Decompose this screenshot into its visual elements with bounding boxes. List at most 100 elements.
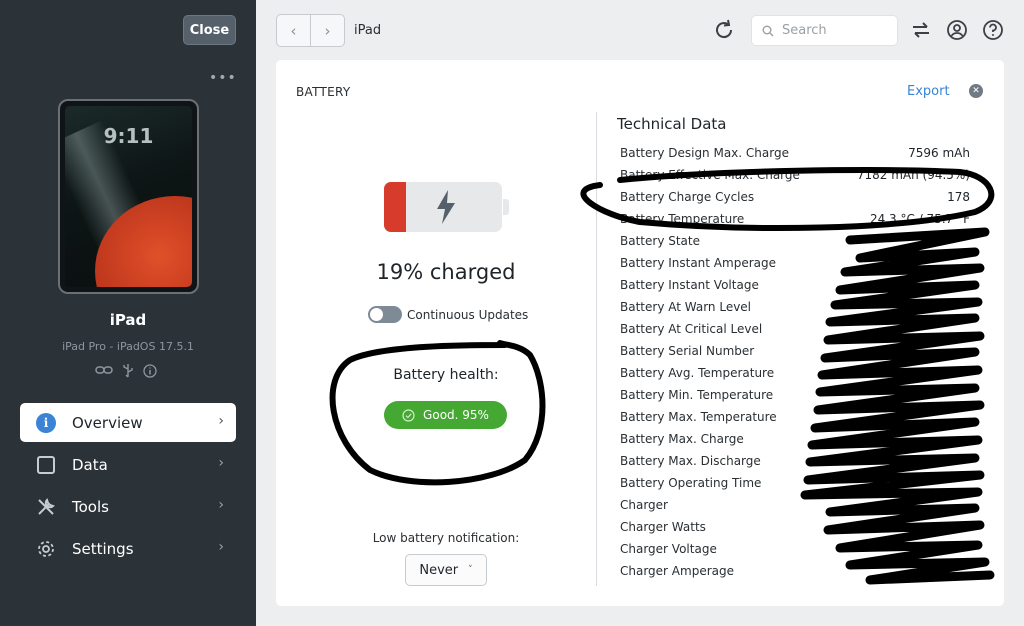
tech-row: Charger Watts <box>620 517 972 539</box>
usb-icon <box>123 364 133 378</box>
tech-row: Battery Instant Amperage <box>620 253 972 275</box>
tech-row-value: 24.3 °C / 75.7 °F <box>869 212 970 226</box>
refresh-icon[interactable] <box>712 18 736 42</box>
tech-row: Battery Max. Charge <box>620 429 972 451</box>
tech-row-value: 7596 mAh <box>908 146 970 160</box>
account-icon[interactable] <box>946 19 968 41</box>
search-input[interactable]: Search <box>751 15 898 46</box>
tech-row: Battery Serial Number <box>620 341 972 363</box>
tech-row: Battery Max. Discharge <box>620 451 972 473</box>
low-battery-label: Low battery notification: <box>372 531 520 545</box>
lightning-icon <box>437 190 455 224</box>
tech-row: Battery Operating Time <box>620 473 972 495</box>
export-link[interactable]: Export <box>907 84 950 99</box>
chevron-right-icon: › <box>218 455 224 471</box>
tech-row: Battery Design Max. Charge 7596 mAh <box>620 143 972 165</box>
sidebar-item-tools[interactable]: Tools › <box>20 487 236 526</box>
gear-icon <box>38 540 54 557</box>
divider <box>596 112 597 586</box>
tech-row-key: Battery Max. Temperature <box>620 410 777 424</box>
tech-row-key: Charger Voltage <box>620 542 717 556</box>
device-status-icons <box>95 364 157 378</box>
tech-row: Battery State <box>620 231 972 253</box>
chevron-right-icon: › <box>218 413 224 429</box>
tech-row-key: Charger <box>620 498 668 512</box>
link-icon <box>95 366 113 374</box>
tech-row-key: Battery Max. Discharge <box>620 454 761 468</box>
battery-health-value: Good. 95% <box>423 408 489 422</box>
sidebar-item-data[interactable]: Data › <box>20 445 236 484</box>
tech-row-key: Battery Instant Voltage <box>620 278 759 292</box>
tech-row: Battery Instant Voltage <box>620 275 972 297</box>
battery-health-label: Battery health: <box>393 367 499 383</box>
search-icon <box>762 25 774 36</box>
tech-row: Battery At Critical Level <box>620 319 972 341</box>
sidebar-item-label: Tools <box>72 497 109 516</box>
tech-row-value: 178 <box>947 190 970 204</box>
tech-row-key: Battery Avg. Temperature <box>620 366 775 380</box>
tech-row: Battery At Warn Level <box>620 297 972 319</box>
device-name: iPad <box>109 311 147 329</box>
tech-row-key: Battery Effective Max. Charge <box>620 168 800 182</box>
tech-row-key: Battery Min. Temperature <box>620 388 774 402</box>
tech-row: Battery Min. Temperature <box>620 385 972 407</box>
charge-status: 19% charged <box>376 260 516 284</box>
tech-row: Battery Charge Cycles 178 <box>620 187 972 209</box>
forward-button[interactable]: › <box>311 15 344 46</box>
low-battery-value: Never <box>419 562 459 578</box>
tech-row: Battery Avg. Temperature <box>620 363 972 385</box>
panel-title: BATTERY <box>296 85 351 99</box>
technical-data-title: Technical Data <box>617 115 727 133</box>
close-button[interactable]: Close <box>183 15 236 45</box>
tech-row-key: Charger Watts <box>620 520 706 534</box>
chevron-right-icon: › <box>218 539 224 555</box>
tech-row-key: Battery Max. Charge <box>620 432 744 446</box>
sidebar-item-overview[interactable]: i Overview › <box>20 403 236 442</box>
sidebar: Close ••• 9:11 iPad iPad Pro - iPadOS 17… <box>0 0 256 626</box>
continuous-updates-label: Continuous Updates <box>407 308 529 322</box>
battery-fill <box>384 182 406 232</box>
tech-row-key: Battery At Critical Level <box>620 322 763 336</box>
more-options-icon[interactable]: ••• <box>209 70 237 86</box>
info-small-icon[interactable] <box>143 364 157 378</box>
search-placeholder: Search <box>782 23 827 38</box>
sidebar-item-label: Overview <box>72 413 143 432</box>
device-image: 9:11 <box>58 99 199 294</box>
tech-row-key: Battery Charge Cycles <box>620 190 755 204</box>
close-panel-icon[interactable]: ✕ <box>969 84 983 98</box>
tech-row: Battery Temperature 24.3 °C / 75.7 °F <box>620 209 972 231</box>
data-icon <box>37 455 55 474</box>
back-button[interactable]: ‹ <box>277 15 311 46</box>
transfer-icon[interactable] <box>910 19 932 41</box>
battery-panel: BATTERY Export ✕ 19% charged Continuous … <box>276 60 1004 606</box>
low-battery-select[interactable]: Never ˅ <box>405 554 487 586</box>
help-icon[interactable] <box>982 19 1004 41</box>
battery-tip <box>503 199 509 215</box>
tech-row-key: Battery Operating Time <box>620 476 762 490</box>
tech-row-key: Battery Serial Number <box>620 344 755 358</box>
chevron-right-icon: › <box>218 497 224 513</box>
lockscreen-time: 9:11 <box>103 124 154 148</box>
sidebar-item-settings[interactable]: Settings › <box>20 529 236 568</box>
tech-row-key: Charger Amperage <box>620 564 734 578</box>
tech-row-key: Battery State <box>620 234 700 248</box>
tech-row: Charger Voltage <box>620 539 972 561</box>
sidebar-item-label: Settings <box>72 539 134 558</box>
breadcrumb: iPad <box>354 23 382 38</box>
tech-row-key: Battery Temperature <box>620 212 745 226</box>
check-circle-icon <box>402 408 415 422</box>
tech-row-key: Battery Design Max. Charge <box>620 146 789 160</box>
tech-row-key: Battery At Warn Level <box>620 300 752 314</box>
device-model: iPad Pro - iPadOS 17.5.1 <box>62 340 194 353</box>
tech-row: Charger Amperage <box>620 561 972 583</box>
history-nav: ‹ › <box>276 14 345 47</box>
battery-health-badge: Good. 95% <box>384 401 507 429</box>
tech-row: Charger <box>620 495 972 517</box>
tech-row-value: 7182 mAh (94.5%) <box>856 168 970 182</box>
chevron-down-icon: ˅ <box>468 565 473 575</box>
info-icon: i <box>36 412 56 433</box>
continuous-updates-toggle[interactable] <box>368 306 402 323</box>
tech-row: Battery Effective Max. Charge 7182 mAh (9… <box>620 165 972 187</box>
tools-icon <box>38 497 55 515</box>
tech-row: Battery Max. Temperature <box>620 407 972 429</box>
